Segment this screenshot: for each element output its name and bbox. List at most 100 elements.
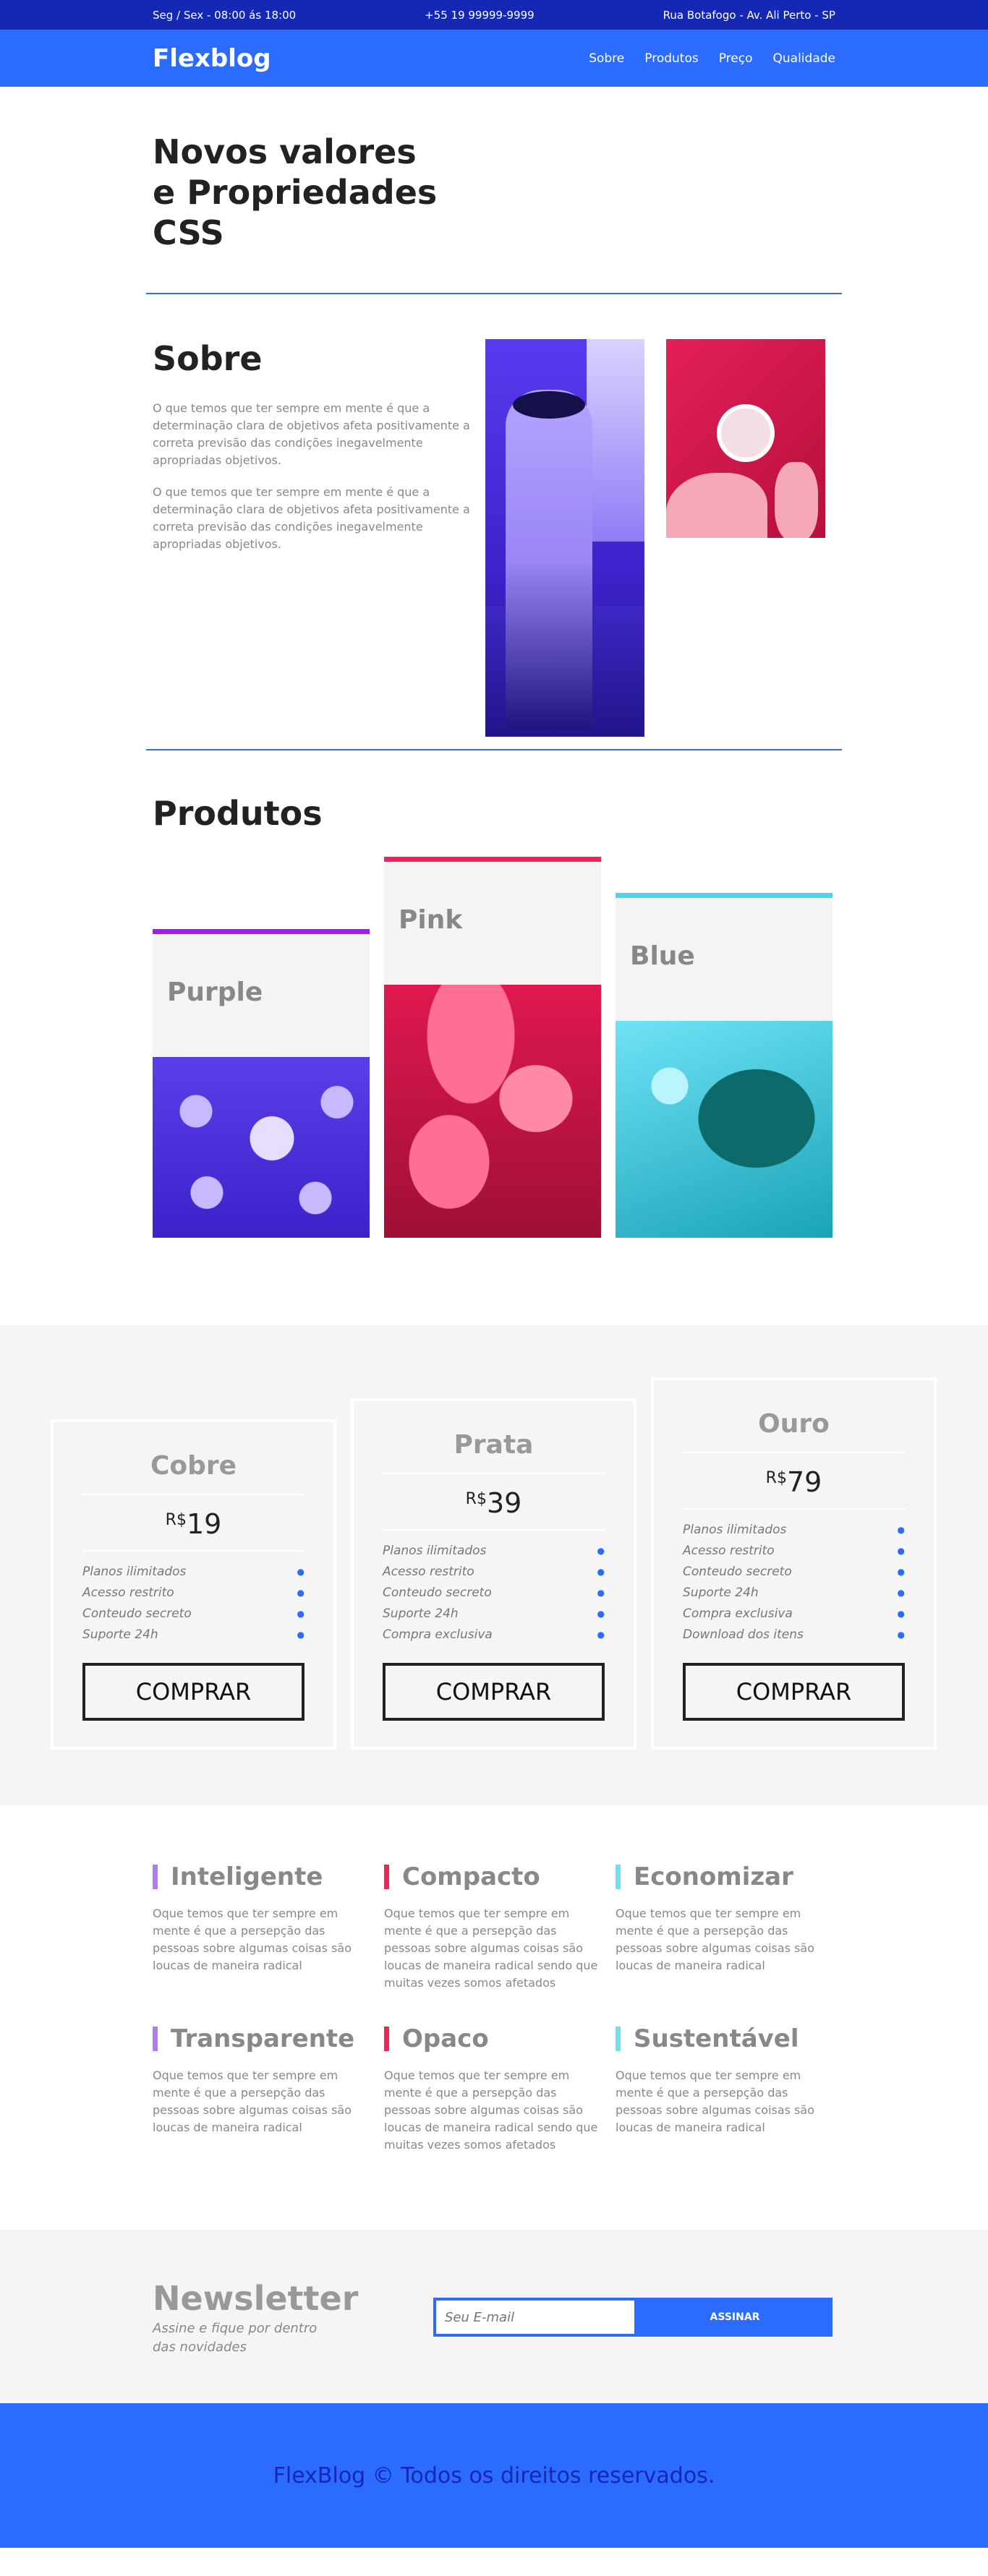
bullet-icon: ● [897, 1567, 905, 1577]
pricing-card-prata: Prata R$39 Planos ilimitados ● Acesso res… [351, 1398, 636, 1750]
bullet-icon: ● [597, 1567, 605, 1577]
newsletter-subtitle: Assine e fique por dentro das novidades [153, 2321, 318, 2355]
feature-item: Compacto Oque temos que ter sempre em me… [384, 1865, 601, 1992]
feature-title: Compacto [384, 1865, 601, 1889]
newsletter-intro: Newsletter Assine e fique por dentro das… [153, 2279, 433, 2357]
bullet-icon: ● [597, 1546, 605, 1556]
feature-text: Oque temos que ter sempre em mente é que… [384, 2068, 598, 2152]
opening-hours: Seg / Sex - 08:00 ás 18:00 [153, 8, 297, 22]
product-image [384, 985, 601, 1238]
feature-title: Economizar [616, 1865, 832, 1889]
about-photo-hands [666, 339, 825, 538]
bullet-icon: ● [597, 1630, 605, 1640]
product-cards: Purple Pink Blue [153, 833, 835, 1238]
feature-title: Opaco [384, 2027, 601, 2051]
bullet-icon: ● [897, 1630, 905, 1640]
subscribe-button[interactable]: ASSINAR [637, 2298, 832, 2337]
about-paragraph: O que temos que ter sempre em mente é qu… [153, 401, 470, 467]
product-name: Pink [384, 862, 601, 985]
products-title: Produtos [153, 794, 323, 833]
feature-text: Oque temos que ter sempre em mente é que… [153, 2068, 352, 2134]
products-section: Produtos Purple Pink Blue [0, 750, 988, 1325]
feature-text: Oque temos que ter sempre em mente é que… [616, 1907, 815, 1972]
bullet-icon: ● [597, 1609, 605, 1619]
plan-feature-item: Suporte 24h ● [383, 1604, 605, 1625]
product-stripe [384, 857, 601, 862]
nav-link-sobre[interactable]: Sobre [589, 51, 624, 66]
features-grid: Inteligente Oque temos que ter sempre em… [153, 1865, 835, 2154]
product-name: Blue [616, 898, 832, 1021]
pricing-card-ouro: Ouro R$79 Planos ilimitados ● Acesso rest… [651, 1377, 937, 1750]
product-card-purple[interactable]: Purple [153, 929, 370, 1238]
site-logo[interactable]: Flexblog [153, 44, 271, 73]
newsletter-form: ASSINAR [433, 2298, 832, 2357]
bullet-icon: ● [297, 1567, 305, 1577]
plan-price: R$79 [683, 1453, 905, 1510]
plan-features: Planos ilimitados ● Acesso restrito ● Cont… [82, 1562, 305, 1646]
plan-feature-item: Planos ilimitados ● [383, 1541, 605, 1562]
plan-name: Ouro [683, 1409, 905, 1453]
feature-item: Economizar Oque temos que ter sempre em … [616, 1865, 832, 1992]
about-paragraph: O que temos que ter sempre em mente é qu… [153, 485, 470, 551]
feature-title: Sustentável [616, 2027, 832, 2051]
product-image [153, 1057, 370, 1238]
plan-feature-item: Conteudo secreto ● [383, 1583, 605, 1604]
product-card-pink[interactable]: Pink [384, 857, 601, 1238]
feature-item: Sustentável Oque temos que ter sempre em… [616, 2027, 832, 2154]
nav-link-qualidade[interactable]: Qualidade [773, 51, 835, 66]
features-section: Inteligente Oque temos que ter sempre em… [0, 1805, 988, 2230]
plan-feature-item: Acesso restrito ● [383, 1562, 605, 1583]
currency-symbol: R$ [465, 1490, 487, 1508]
feature-text: Oque temos que ter sempre em mente é que… [616, 2068, 815, 2134]
intro-section: Novos valores e Propriedades CSS [0, 87, 988, 293]
feature-item: Inteligente Oque temos que ter sempre em… [153, 1865, 370, 1992]
price-value: 79 [786, 1466, 822, 1498]
product-name: Purple [153, 934, 370, 1057]
feature-item: Opaco Oque temos que ter sempre em mente… [384, 2027, 601, 2154]
plan-feature-item: Compra exclusiva ● [383, 1625, 605, 1646]
feature-item: Transparente Oque temos que ter sempre e… [153, 2027, 370, 2154]
plan-feature-item: Suporte 24h ● [683, 1583, 905, 1604]
plan-feature-item: Planos ilimitados ● [82, 1562, 305, 1583]
plan-feature-item: Acesso restrito ● [82, 1583, 305, 1604]
feature-text: Oque temos que ter sempre em mente é que… [384, 1907, 598, 1990]
bullet-icon: ● [897, 1609, 905, 1619]
plan-feature-item: Conteudo secreto ● [82, 1604, 305, 1625]
phone-number: +55 19 99999-9999 [425, 8, 535, 22]
newsletter-title: Newsletter [153, 2279, 359, 2318]
site-header: Flexblog Sobre Produtos Preço Qualidade [0, 30, 988, 87]
site-footer: FlexBlog © Todos os direitos reservados. [0, 2403, 988, 2548]
copyright-text: FlexBlog © Todos os direitos reservados. [273, 2462, 715, 2489]
plan-price: R$39 [383, 1474, 605, 1531]
main-nav: Sobre Produtos Preço Qualidade [589, 51, 835, 66]
plan-features: Planos ilimitados ● Acesso restrito ● Cont… [383, 1541, 605, 1646]
plan-feature-item: Acesso restrito ● [683, 1541, 905, 1562]
price-value: 39 [486, 1487, 522, 1519]
buy-button[interactable]: COMPRAR [82, 1663, 305, 1721]
pricing-section: Cobre R$19 Planos ilimitados ● Acesso res… [0, 1325, 988, 1805]
plan-feature-item: Conteudo secreto ● [683, 1562, 905, 1583]
address: Rua Botafogo - Av. Ali Perto - SP [663, 8, 835, 22]
plan-name: Prata [383, 1430, 605, 1474]
bullet-icon: ● [897, 1588, 905, 1598]
feature-title: Inteligente [153, 1865, 370, 1889]
bullet-icon: ● [297, 1609, 305, 1619]
plan-feature-item: Download dos itens ● [683, 1625, 905, 1646]
nav-link-produtos[interactable]: Produtos [644, 51, 698, 66]
feature-text: Oque temos que ter sempre em mente é que… [153, 1907, 352, 1972]
buy-button[interactable]: COMPRAR [383, 1663, 605, 1721]
bullet-icon: ● [297, 1630, 305, 1640]
bullet-icon: ● [897, 1525, 905, 1535]
price-value: 19 [186, 1508, 222, 1540]
product-stripe [616, 893, 832, 898]
top-info-bar: Seg / Sex - 08:00 ás 18:00 +55 19 99999-… [0, 0, 988, 30]
email-field[interactable] [433, 2298, 637, 2337]
currency-symbol: R$ [765, 1469, 787, 1487]
bullet-icon: ● [297, 1588, 305, 1598]
nav-link-preco[interactable]: Preço [719, 51, 753, 66]
product-stripe [153, 929, 370, 934]
buy-button[interactable]: COMPRAR [683, 1663, 905, 1721]
page-title: Novos valores e Propriedades CSS [153, 132, 438, 252]
product-card-blue[interactable]: Blue [616, 893, 832, 1238]
feature-title: Transparente [153, 2027, 370, 2051]
